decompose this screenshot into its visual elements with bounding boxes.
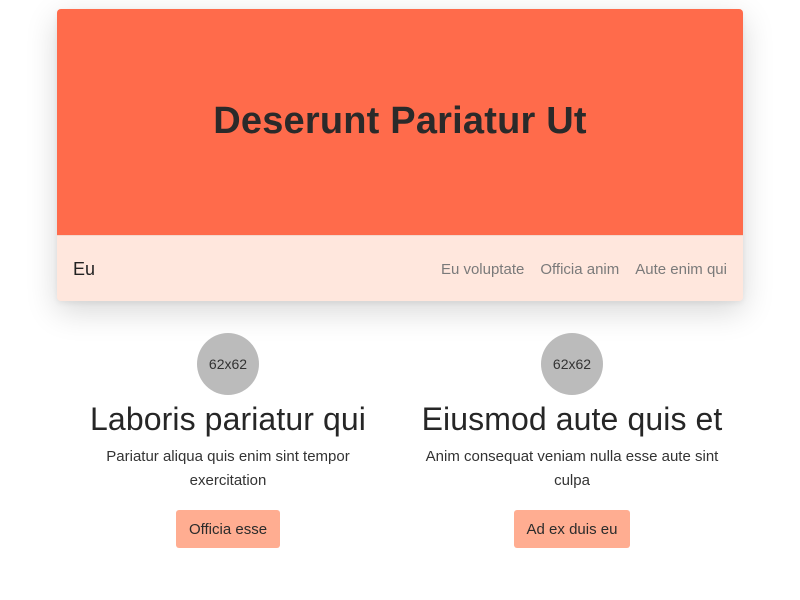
navbar-brand[interactable]: Eu [73, 236, 95, 301]
feature-title: Laboris pariatur qui [90, 401, 366, 437]
feature-column: 62x62 Eiusmod aute quis et Anim consequa… [407, 333, 737, 548]
hero-banner: Deserunt Pariatur Ut [57, 9, 743, 235]
image-placeholder: 62x62 [197, 333, 259, 395]
feature-button[interactable]: Ad ex duis eu [513, 510, 631, 548]
feature-column: 62x62 Laboris pariatur qui Pariatur aliq… [63, 333, 393, 548]
hero-card: Deserunt Pariatur Ut Eu Eu voluptate Off… [57, 9, 743, 301]
feature-description: Pariatur aliqua quis enim sint tempor ex… [106, 448, 350, 489]
image-placeholder: 62x62 [541, 333, 603, 395]
nav-link-aute-enim-qui[interactable]: Aute enim qui [635, 261, 727, 278]
navbar: Eu Eu voluptate Officia anim Aute enim q… [57, 235, 743, 301]
hero-title: Deserunt Pariatur Ut [213, 99, 587, 142]
nav-link-eu-voluptate[interactable]: Eu voluptate [441, 261, 524, 278]
nav-links: Eu voluptate Officia anim Aute enim qui [441, 236, 727, 301]
feature-description: Anim consequat veniam nulla esse aute si… [425, 448, 719, 489]
nav-link-officia-anim[interactable]: Officia anim [540, 261, 619, 278]
feature-title: Eiusmod aute quis et [421, 401, 723, 437]
feature-button[interactable]: Officia esse [175, 510, 281, 548]
